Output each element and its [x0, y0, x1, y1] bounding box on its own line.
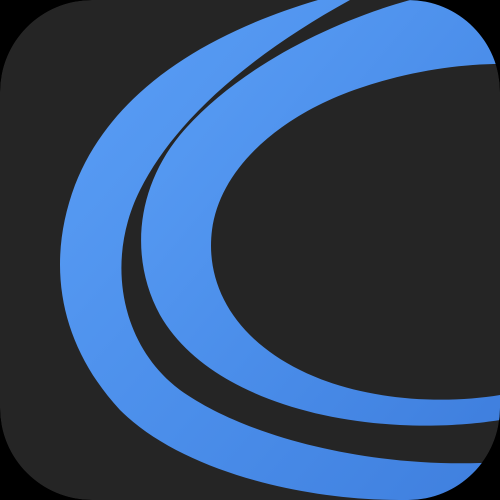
icon-stage	[0, 0, 500, 500]
app-icon[interactable]	[0, 0, 500, 500]
swoosh-c-icon	[0, 0, 500, 500]
